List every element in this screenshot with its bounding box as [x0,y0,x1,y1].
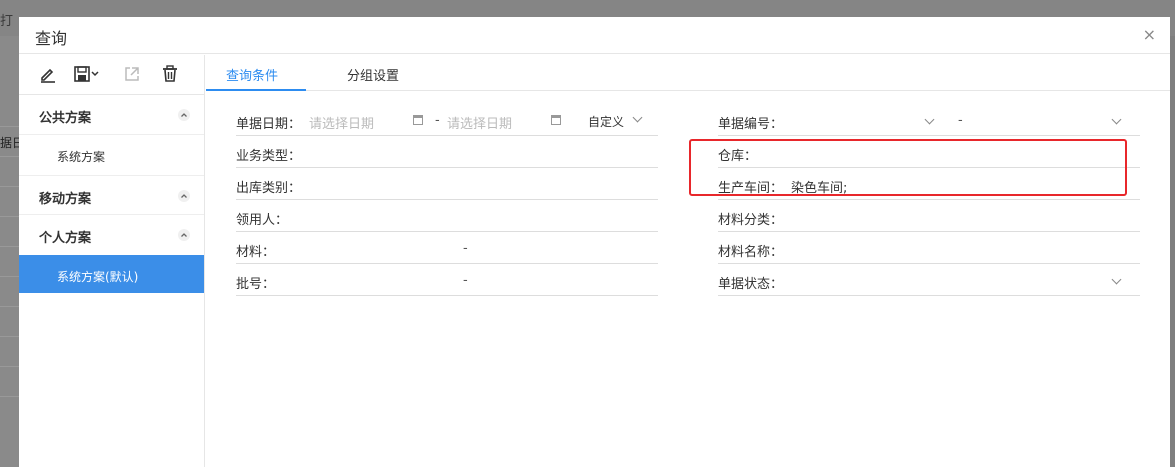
chevron-up-icon[interactable] [178,190,190,202]
field-material-category[interactable]: 材料分类： [718,202,1140,232]
field-material[interactable]: 材料： - [236,234,658,264]
background-toolbar-item: 打 [0,14,14,29]
public-scheme-section[interactable]: 公共方案 [19,95,204,135]
scheme-item-label: 系统方案 [57,150,106,164]
close-icon[interactable]: × [1143,25,1156,44]
section-title: 公共方案 [39,111,92,126]
field-label: 单据编号： [718,117,784,132]
chevron-up-icon[interactable] [178,229,190,241]
scheme-item-system-default[interactable]: 系统方案(默认) [19,255,204,293]
dialog-title: 查询 [35,29,68,48]
query-content: 查询条件 分组设置 单据日期： 请选择日期 - 请选择日期 自定义 业务类型： … [206,55,1170,467]
range-separator: - [463,273,468,288]
range-separator: - [463,241,468,256]
end-date-input[interactable]: 请选择日期 [447,113,512,132]
field-label: 材料分类： [718,213,784,228]
export-icon[interactable] [123,65,141,83]
field-label: 业务类型： [236,149,302,164]
field-label: 批号： [236,277,276,292]
start-date-input[interactable]: 请选择日期 [309,113,374,132]
background-grid: 据日期 [0,36,19,467]
field-business-type[interactable]: 业务类型： [236,138,658,168]
field-label: 材料： [236,245,276,260]
chevron-down-icon[interactable] [1111,274,1122,285]
range-separator: - [958,113,963,128]
tab-bar: 查询条件 分组设置 [206,55,1170,91]
delete-icon[interactable] [161,65,179,83]
dialog-header: 查询 × [19,17,1170,54]
scheme-item-label: 系统方案(默认) [57,270,139,284]
field-batch[interactable]: 批号： - [236,266,658,296]
personal-scheme-section[interactable]: 个人方案 [19,215,204,255]
scheme-item-system[interactable]: 系统方案 [19,135,204,175]
date-mode-select[interactable]: 自定义 [588,113,624,130]
background-column-header: 据日期 [0,136,19,150]
active-tab-indicator [206,89,306,91]
field-material-name[interactable]: 材料名称： [718,234,1140,264]
chevron-down-icon[interactable] [632,112,643,123]
field-doc-no[interactable]: 单据编号： - [718,106,1140,136]
chevron-down-icon[interactable] [924,114,935,125]
query-dialog: 查询 × 公共方案 系统方案 移动方案 个人方案 系统方案(默认) 查询条件 分… [19,17,1170,467]
field-label: 单据日期： [236,117,302,132]
calendar-icon[interactable] [413,115,423,125]
field-outbound-type[interactable]: 出库类别： [236,170,658,200]
sidebar-toolbar [19,55,204,95]
field-receiver[interactable]: 领用人： [236,202,658,232]
section-title: 移动方案 [39,192,92,207]
mobile-scheme-section[interactable]: 移动方案 [19,175,204,215]
field-label: 出库类别： [236,181,302,196]
field-doc-status[interactable]: 单据状态： [718,266,1140,296]
section-title: 个人方案 [39,231,92,246]
field-doc-date: 单据日期： 请选择日期 - 请选择日期 自定义 [236,106,658,136]
calendar-icon[interactable] [551,115,561,125]
tab-query-conditions[interactable]: 查询条件 [226,65,278,84]
chevron-up-icon[interactable] [178,109,190,121]
field-label: 单据状态： [718,277,784,292]
field-label: 材料名称： [718,245,784,260]
field-label: 领用人： [236,213,289,228]
edit-icon[interactable] [39,65,57,83]
scheme-sidebar: 公共方案 系统方案 移动方案 个人方案 系统方案(默认) [19,55,205,467]
save-icon[interactable] [73,65,101,83]
chevron-down-icon[interactable] [1111,114,1122,125]
tab-group-settings[interactable]: 分组设置 [347,65,399,84]
highlight-box [689,139,1127,196]
date-range-separator: - [435,113,440,128]
